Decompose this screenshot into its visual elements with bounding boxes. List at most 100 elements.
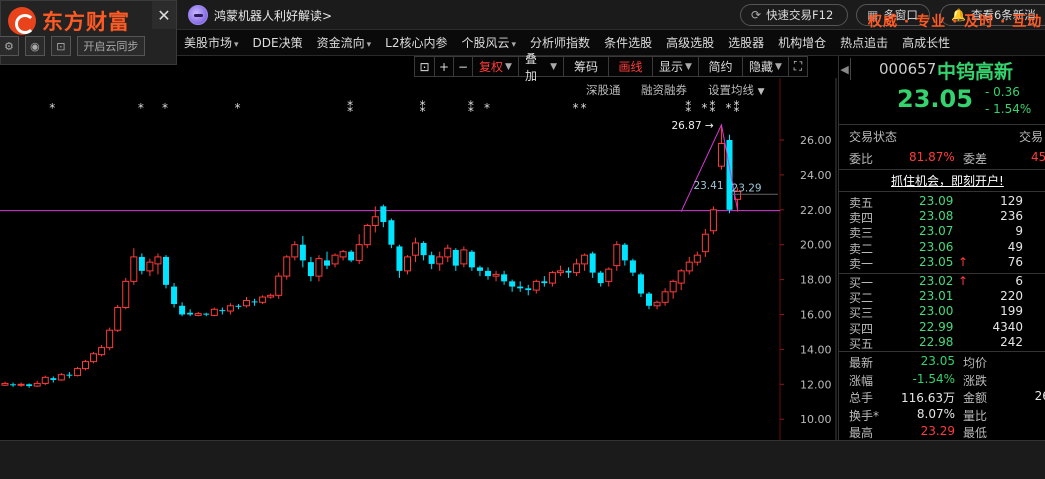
event-marker-icon: ⁑ xyxy=(734,100,740,115)
candle-body xyxy=(363,225,371,246)
kline-chart[interactable]: 10.00 12.00 14.00 16.00 18.00 20.00 22.00 24.00… xyxy=(0,78,838,440)
display-dropdown[interactable]: 显示 ▼ xyxy=(652,56,698,77)
margin-label[interactable]: 融资融券 xyxy=(641,82,687,98)
stat-label: 量比 xyxy=(963,408,988,423)
overlay-dropdown[interactable]: 叠加 ▼ xyxy=(518,52,563,83)
divider xyxy=(839,191,1045,192)
menu-item[interactable]: 个股风云 ▾ xyxy=(455,34,524,51)
y-tick-label: 12.00 xyxy=(800,378,832,391)
candle-body xyxy=(501,274,508,282)
menu-item[interactable]: 条件选股 xyxy=(597,34,659,51)
robot-icon xyxy=(188,5,208,25)
y-tick-label: 26.00 xyxy=(800,134,832,147)
gear-icon[interactable]: ⚙ xyxy=(0,36,19,56)
display-label: 显示 xyxy=(659,60,684,74)
candle-body xyxy=(613,244,621,267)
collapse-icon[interactable]: ◀ xyxy=(839,58,851,80)
candle-body xyxy=(283,256,291,277)
weibi-value: 81.87% xyxy=(909,150,955,164)
menu-item-label: 热点追击 xyxy=(840,36,889,50)
candle-body xyxy=(669,280,677,293)
candle-body xyxy=(1,382,9,386)
menu-item[interactable]: 美股市场 ▾ xyxy=(177,34,246,51)
menu-item[interactable]: 选股器 xyxy=(721,34,771,51)
candle-body xyxy=(485,270,491,277)
image-icon[interactable]: ⊡ xyxy=(50,36,71,56)
brand-logo: 东方财富 xyxy=(8,6,130,36)
news-headline-link[interactable]: 鸿蒙机器人利好解读> xyxy=(188,4,332,26)
book-volume: 4340 xyxy=(992,319,1023,334)
fuquan-dropdown[interactable]: 复权 ▼ xyxy=(472,56,518,77)
news-headline-text: 鸿蒙机器人利好解读> xyxy=(214,8,333,23)
expand-icon[interactable]: ⛶ xyxy=(788,56,808,77)
ma-settings-label[interactable]: 设置均线 ▼ xyxy=(708,82,765,98)
candle-body xyxy=(468,251,475,268)
menu-item[interactable]: DDE决策 xyxy=(246,34,310,51)
eye-icon[interactable]: ◉ xyxy=(24,36,45,56)
price-change: - 0.36 xyxy=(985,85,1020,99)
candle-body xyxy=(251,301,258,303)
candle-body xyxy=(275,275,283,296)
bottom-bar xyxy=(0,440,1045,479)
simple-mode-button[interactable]: 简约 xyxy=(698,56,742,77)
candle-body xyxy=(436,256,444,265)
hide-dropdown[interactable]: 隐藏 ▼ xyxy=(742,56,788,77)
weicha-value: 45 xyxy=(1031,150,1045,164)
stat-value: 23.29 xyxy=(920,424,955,438)
menu-item[interactable]: 热点追击 xyxy=(833,34,895,51)
hk-connect-label[interactable]: 深股通 xyxy=(586,82,621,98)
candle-body xyxy=(444,247,452,258)
menu-item-label: 高级选股 xyxy=(666,36,715,50)
y-tick-label: 18.00 xyxy=(800,274,832,287)
open-account-banner[interactable]: 抓住机会，即刻开户! xyxy=(891,172,1004,189)
candle-body xyxy=(163,256,169,285)
event-marker-icon: * xyxy=(581,101,587,115)
candle-body xyxy=(82,361,89,370)
candle-body xyxy=(412,242,420,256)
candle-body xyxy=(556,270,564,274)
event-marker-icon: ⁑ xyxy=(709,100,715,115)
stat-value: 23.05 xyxy=(920,354,955,368)
draw-line-button[interactable]: 画线 xyxy=(608,56,652,77)
candle-body xyxy=(621,244,628,261)
lock-icon[interactable]: ⊡ xyxy=(414,56,434,77)
candle-body xyxy=(33,382,41,387)
zoom-in-button[interactable]: + xyxy=(434,56,453,77)
chips-button[interactable]: 筹码 xyxy=(563,56,608,77)
candle-body xyxy=(219,310,226,312)
book-volume: 6 xyxy=(1015,274,1023,288)
candle-body xyxy=(122,280,130,309)
candle-body xyxy=(371,216,379,227)
candle-body xyxy=(331,254,339,265)
candle-body xyxy=(646,293,652,306)
menu-item[interactable]: 高成长性 xyxy=(895,34,957,51)
menu-item-label: 分析师指数 xyxy=(530,36,591,50)
up-arrow-icon: ↑ xyxy=(958,254,969,269)
menu-item[interactable]: 分析师指数 xyxy=(523,34,597,51)
stat-value: 1. xyxy=(1015,407,1045,421)
candle-body xyxy=(589,253,596,273)
chevron-down-icon: ▼ xyxy=(775,61,782,72)
candle-body xyxy=(717,142,725,167)
zoom-out-button[interactable]: − xyxy=(453,56,472,77)
candle-body xyxy=(597,272,604,284)
menu-item[interactable]: 机构增仓 xyxy=(771,34,833,51)
quick-trade-button[interactable]: ⟳ 快速交易F12 xyxy=(740,4,848,26)
candle-body xyxy=(10,384,17,386)
menu-item[interactable]: 高级选股 xyxy=(659,34,721,51)
candle-body xyxy=(187,312,194,315)
menu-item-label: 机构增仓 xyxy=(778,36,827,50)
book-price: 23.08 xyxy=(919,209,954,224)
candle-body xyxy=(388,220,395,245)
y-tick-label: 22.00 xyxy=(800,204,832,217)
y-tick-label: 10.00 xyxy=(800,413,832,426)
menu-item[interactable]: L2核心内参 xyxy=(378,34,454,51)
menu-item[interactable]: 资金流向 ▾ xyxy=(310,34,379,51)
candle-body xyxy=(396,246,403,271)
menu-item-label: 个股风云 xyxy=(461,36,510,50)
cloud-sync-button[interactable]: 开启云同步 xyxy=(76,36,145,56)
menu-item-label: 美股市场 xyxy=(184,36,233,50)
menu-item-label: 条件选股 xyxy=(604,36,653,50)
close-icon[interactable]: ✕ xyxy=(152,1,176,29)
ma-settings-text: 设置均线 xyxy=(708,83,754,97)
